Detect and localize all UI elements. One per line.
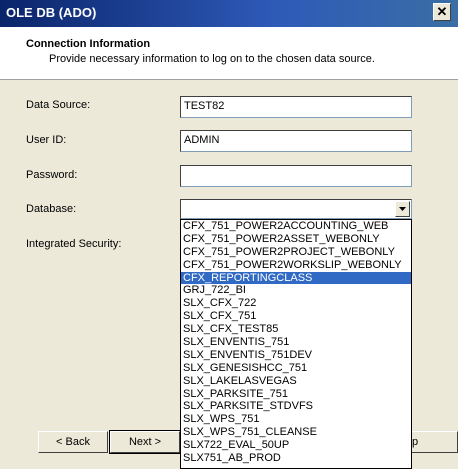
window-title: OLE DB (ADO) (6, 5, 97, 20)
database-list-item[interactable]: SLX722_EVAL_50UP (181, 439, 411, 452)
database-list-item[interactable]: SLX_GENESISHCC_751 (181, 362, 411, 375)
database-list-item[interactable]: SLX_WPS_751 (181, 413, 411, 426)
database-list-item[interactable]: SLX_CFX_TEST85 (181, 323, 411, 336)
wizard-header: Connection Information Provide necessary… (0, 27, 458, 80)
database-combo[interactable] (180, 199, 412, 219)
database-list-item[interactable]: CFX_751_POWER2WORKSLIP_WEBONLY (181, 259, 411, 272)
database-list-item[interactable]: GRJ_722_BI (181, 284, 411, 297)
data-source-label: Data Source: (26, 99, 91, 111)
database-list-item[interactable]: SLX_ENVENTIS_751 (181, 336, 411, 349)
user-id-label: User ID: (26, 134, 67, 146)
close-button[interactable]: ✕ (433, 3, 451, 21)
database-list-item[interactable]: CFX_REPORTINGCLASS (181, 271, 411, 285)
title-bar: OLE DB (ADO) ✕ (0, 0, 458, 27)
database-list-item[interactable]: SLX_WPS_751_CLEANSE (181, 426, 411, 439)
database-list-item[interactable]: CFX_751_POWER2PROJECT_WEBONLY (181, 246, 411, 259)
next-button[interactable]: Next > (109, 430, 181, 454)
header-title: Connection Information (26, 38, 151, 50)
header-subtitle: Provide necessary information to log on … (49, 53, 375, 65)
back-button[interactable]: < Back (38, 431, 108, 453)
chevron-down-icon (399, 207, 406, 211)
database-list-item[interactable]: CFX_751_POWER2ACCOUNTING_WEB (181, 220, 411, 233)
database-list-item[interactable]: CFX_751_POWER2ASSET_WEBONLY (181, 233, 411, 246)
database-dropdown-button[interactable] (395, 201, 410, 217)
database-list-item[interactable]: SLX_LAKELASVEGAS (181, 375, 411, 388)
password-label: Password: (26, 169, 78, 181)
database-dropdown-list[interactable]: CFX_751_POWER2ACCOUNTING_WEB CFX_751_POWE… (180, 219, 412, 469)
database-label: Database: (26, 203, 77, 215)
database-list-item[interactable]: SLX_PARKSITE_STDVFS (181, 400, 411, 413)
password-input[interactable] (180, 165, 412, 187)
database-list-item[interactable]: SLX_PARKSITE_751 (181, 388, 411, 401)
database-list-item[interactable]: SLX_CFX_722 (181, 297, 411, 310)
data-source-input[interactable]: TEST82 (180, 96, 412, 118)
hidden-button-partial[interactable]: p (412, 431, 458, 453)
database-list-item[interactable]: SLX751_AB_PROD (181, 452, 411, 465)
integrated-security-label: Integrated Security: (26, 238, 122, 250)
database-list-item[interactable]: SLX_CFX_751 (181, 310, 411, 323)
close-icon: ✕ (436, 4, 448, 19)
database-list-item[interactable]: SLX_ENVENTIS_751DEV (181, 349, 411, 362)
user-id-input[interactable]: ADMIN (180, 130, 412, 152)
